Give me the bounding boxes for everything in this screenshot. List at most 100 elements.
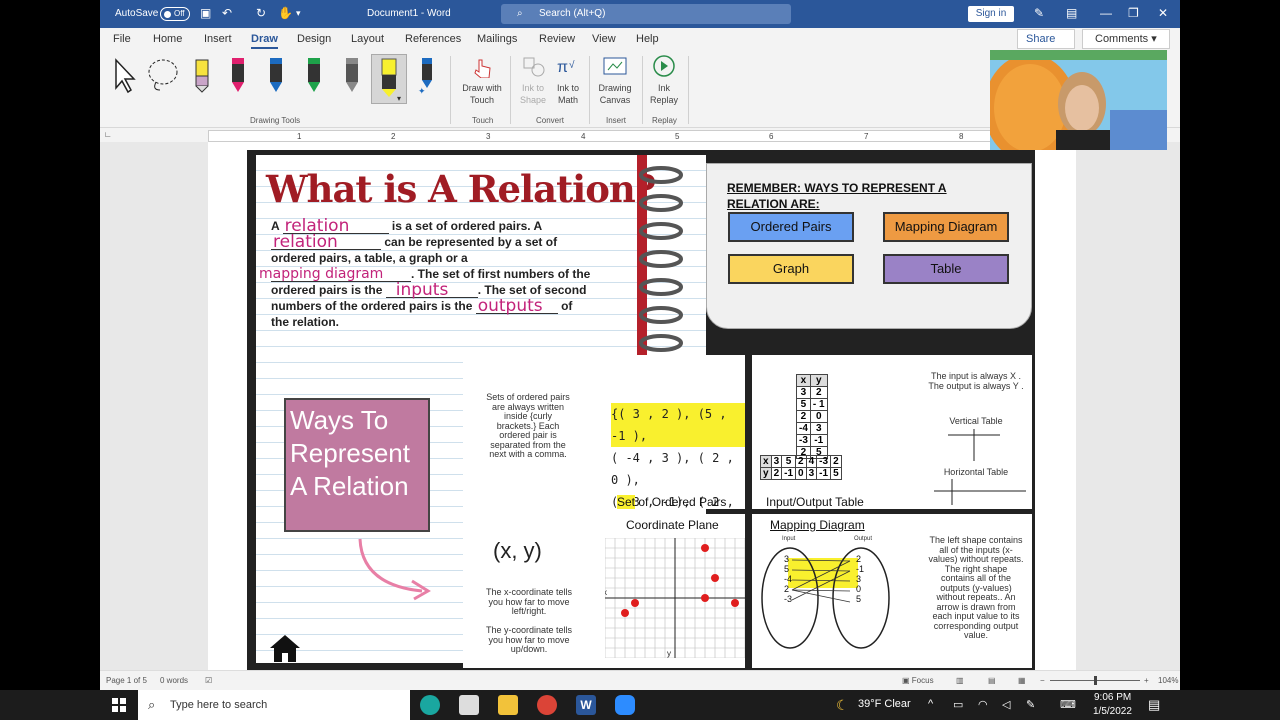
tab-draw[interactable]: Draw <box>251 33 278 49</box>
proofing-icon[interactable]: ☑ <box>205 676 212 685</box>
ink-replay-button[interactable]: Ink Replay <box>646 54 682 106</box>
tab-insert[interactable]: Insert <box>204 33 232 45</box>
pi-math-icon: π √ <box>557 59 575 76</box>
tab-layout[interactable]: Layout <box>351 33 384 45</box>
io-cell: y <box>760 467 772 480</box>
tab-review[interactable]: Review <box>539 33 575 45</box>
close-icon[interactable]: ✕ <box>1158 6 1168 20</box>
redo-icon[interactable]: ↻ <box>256 6 266 20</box>
zoom-slider-thumb[interactable] <box>1094 676 1097 685</box>
select-arrow-icon[interactable] <box>110 54 138 94</box>
comments-label: Comments <box>1095 33 1149 45</box>
tab-design[interactable]: Design <box>297 33 331 45</box>
print-layout-icon[interactable]: ▤ <box>988 676 996 685</box>
tab-references[interactable]: References <box>405 33 461 45</box>
zoom-out-icon[interactable]: − <box>1040 676 1045 685</box>
search-box[interactable]: ⌕ Search (Alt+Q) <box>501 4 791 24</box>
io-cell: 2 <box>796 410 811 423</box>
pen-green-icon[interactable] <box>304 54 324 94</box>
graph-label-box: Graph <box>728 254 854 284</box>
word-icon[interactable]: W <box>576 695 596 715</box>
notifications-icon[interactable]: ▤ <box>1148 697 1160 713</box>
io-cell: - 1 <box>809 398 828 411</box>
battery-icon[interactable]: ▭ <box>953 698 963 711</box>
clock-time[interactable]: 9:06 PM <box>1094 692 1131 703</box>
io-cell: 0 <box>809 410 828 423</box>
taskbar: ⌕ Type here to search W ☾ 39°F Clear ^ ▭… <box>0 690 1280 720</box>
taskbar-search[interactable]: ⌕ Type here to search <box>138 690 410 720</box>
share-button[interactable]: Share <box>1017 29 1075 49</box>
output-value: 2 <box>856 554 862 564</box>
ink-to-shape-button[interactable]: Ink to Shape <box>515 54 551 106</box>
zoom-level[interactable]: 104% <box>1158 676 1178 685</box>
tab-mailings[interactable]: Mailings <box>477 33 517 45</box>
page-count[interactable]: Page 1 of 5 <box>106 676 147 685</box>
undo-icon[interactable]: ↶ <box>222 6 232 20</box>
draw-with-touch-button[interactable]: Draw with Touch <box>456 54 508 106</box>
focus-button[interactable]: ▣ Focus <box>902 676 934 685</box>
x-axis-label: x <box>605 588 607 597</box>
volume-icon[interactable]: ◁ <box>1002 698 1010 711</box>
action-pen-icon[interactable]: ✦ <box>416 54 438 94</box>
clock-date[interactable]: 1/5/2022 <box>1093 706 1132 717</box>
comments-button[interactable]: Comments ▾ <box>1082 29 1170 49</box>
worksheet-image[interactable]: What is A Relation? A relation is a set … <box>247 150 1035 670</box>
ruler-number: 2 <box>391 132 396 141</box>
tab-home[interactable]: Home <box>153 33 182 45</box>
io-cell: -4 <box>796 422 811 435</box>
zoom-in-icon[interactable]: + <box>1144 676 1149 685</box>
sign-in-button[interactable]: Sign in <box>968 6 1014 22</box>
search-placeholder: Search (Alt+Q) <box>539 8 606 19</box>
tab-help[interactable]: Help <box>636 33 659 45</box>
pen-pink-icon[interactable] <box>228 54 248 94</box>
handwriting-inputs: inputs <box>395 280 449 300</box>
pen-blue-icon[interactable] <box>266 54 286 94</box>
file-explorer-icon[interactable] <box>498 695 518 715</box>
taskbar-search-placeholder: Type here to search <box>170 699 268 711</box>
store-icon[interactable] <box>459 695 479 715</box>
tab-view[interactable]: View <box>592 33 616 45</box>
drawing-canvas-button[interactable]: Drawing Canvas <box>594 54 636 106</box>
highlighter-yellow-selected[interactable]: ▾ <box>371 54 407 104</box>
svg-text:π: π <box>557 59 568 76</box>
word-count[interactable]: 0 words <box>160 676 188 685</box>
pencil-gray-icon[interactable] <box>342 54 362 94</box>
weather-text[interactable]: 39°F Clear <box>858 698 911 710</box>
ordered-pairs-caption: Set of Ordered Pairs <box>617 495 726 509</box>
autosave-toggle[interactable]: Off <box>160 7 190 21</box>
keyboard-icon[interactable]: ⌨ <box>1060 698 1076 711</box>
tab-file[interactable]: File <box>113 33 131 45</box>
ordered-pairs-set: {( 3 , 2 ), (5 , -1 ), ( -4 , 3 ), ( 2 ,… <box>611 403 745 509</box>
windows-start-icon[interactable] <box>112 698 126 712</box>
web-layout-icon[interactable]: ▦ <box>1018 676 1026 685</box>
zoom-app-icon[interactable] <box>615 695 635 715</box>
caption-text: of Ordered Pairs <box>635 495 727 509</box>
ribbon-display-icon[interactable]: ▤ <box>1066 6 1077 20</box>
horizontal-ruler[interactable]: 1 2 3 4 5 6 7 8 9 <box>208 130 1068 142</box>
io-cell: -3 <box>816 455 832 468</box>
ways-to-represent-box: Ways To Represent A Relation <box>284 398 430 532</box>
tab-stop-icon[interactable]: ∟ <box>104 130 112 139</box>
home-icon[interactable] <box>268 633 302 663</box>
pencil-yellow-icon[interactable] <box>192 54 212 94</box>
restore-icon[interactable]: ❐ <box>1128 6 1139 20</box>
minimize-icon[interactable]: — <box>1100 6 1112 20</box>
ink-to-math-button[interactable]: π √ Ink to Math <box>552 54 584 106</box>
input-value: -4 <box>784 574 793 584</box>
read-mode-icon[interactable]: ▥ <box>956 676 964 685</box>
save-icon[interactable]: ▣ <box>200 6 211 20</box>
lasso-icon[interactable] <box>146 54 180 94</box>
chrome-icon[interactable] <box>537 695 557 715</box>
webcam-person-image <box>990 50 1167 150</box>
plotted-point <box>711 574 719 582</box>
pen-icon[interactable]: ✎ <box>1034 6 1044 20</box>
network-icon[interactable]: ◠ <box>978 698 988 711</box>
tray-chevron-icon[interactable]: ^ <box>928 698 933 710</box>
touch-mode-icon[interactable]: ✋ <box>278 6 293 20</box>
pen-tray-icon[interactable]: ✎ <box>1026 698 1035 711</box>
edge-icon[interactable] <box>420 695 440 715</box>
table-label-box: Table <box>883 254 1009 284</box>
ruler-number: 4 <box>581 132 586 141</box>
customize-qa-icon[interactable]: ▾ <box>296 8 301 19</box>
io-cell: -1 <box>816 467 832 480</box>
